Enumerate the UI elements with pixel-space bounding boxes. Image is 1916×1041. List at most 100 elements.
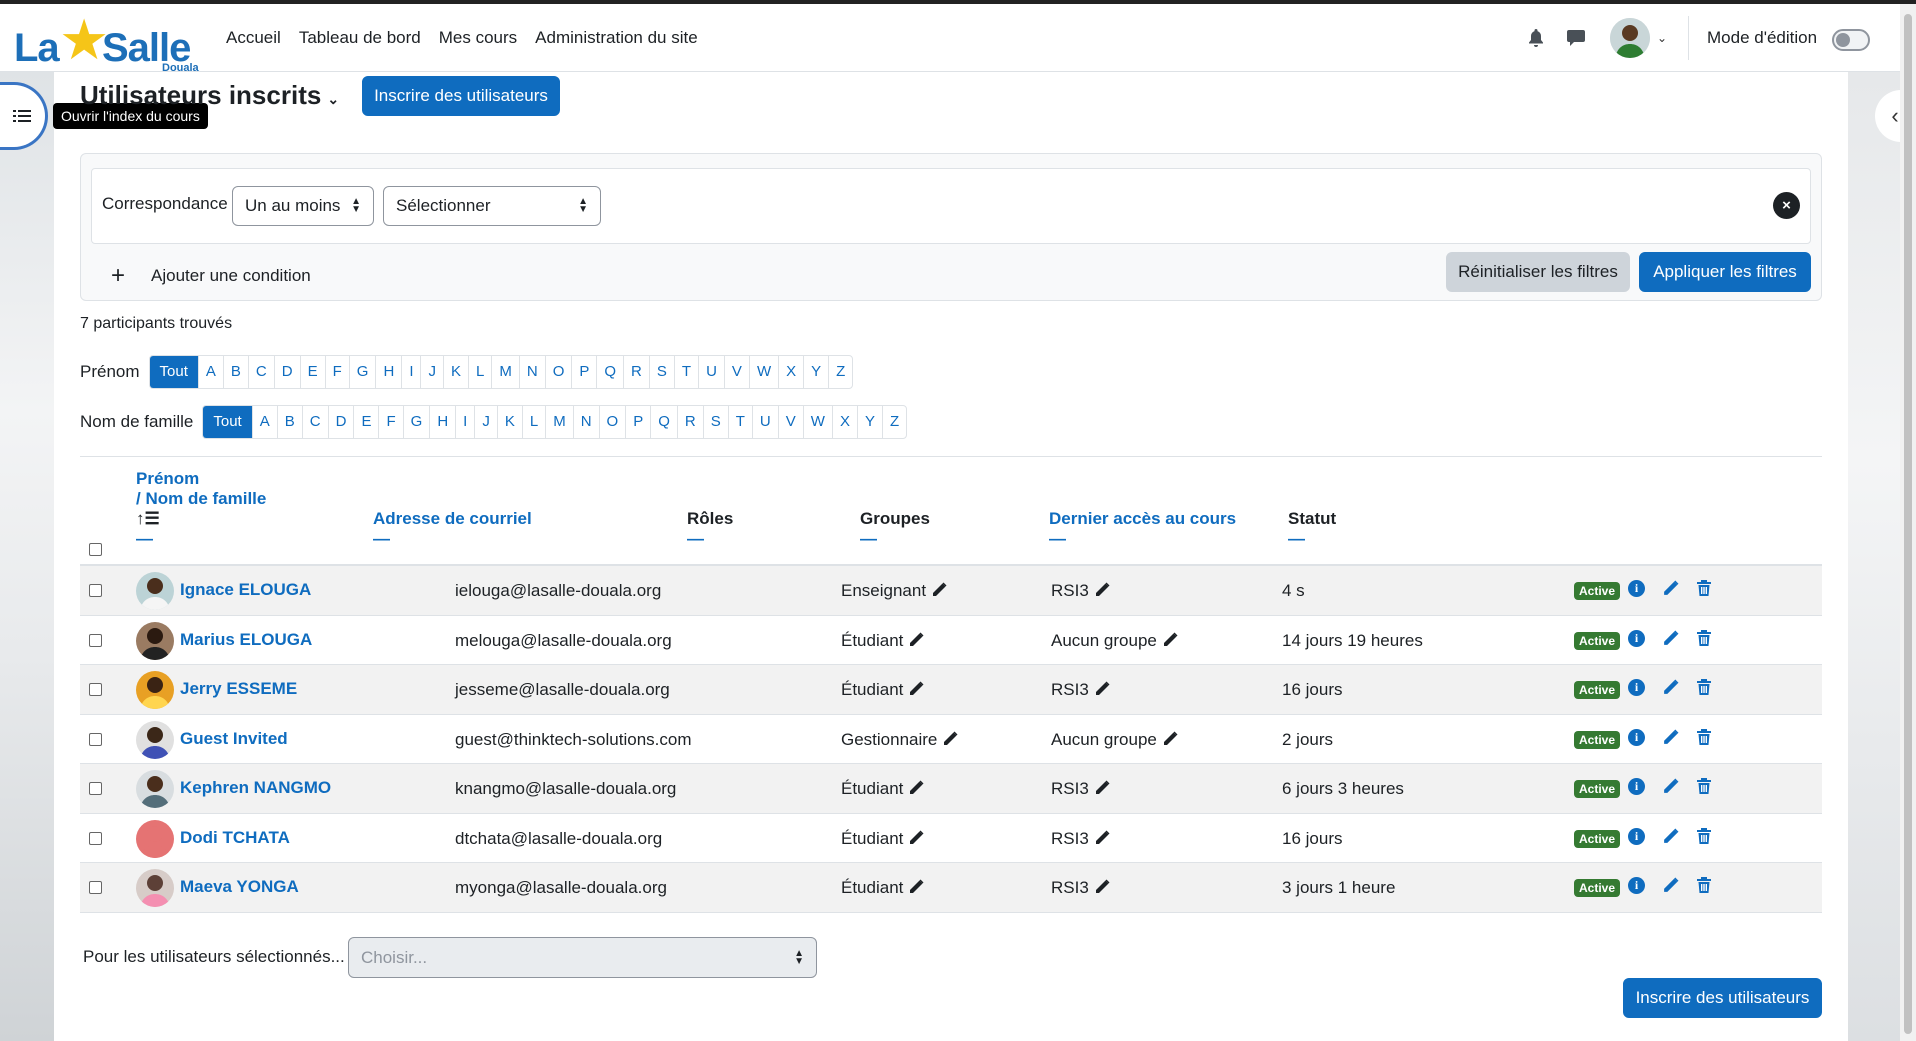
lastname-letter-z[interactable]: Z	[883, 406, 906, 438]
row-select-checkbox[interactable]	[89, 881, 102, 894]
add-condition-button[interactable]: + Ajouter une condition	[111, 262, 311, 290]
info-icon[interactable]: i	[1628, 827, 1645, 845]
reset-filters-button[interactable]: Réinitialiser les filtres	[1446, 252, 1630, 292]
firstname-letter-u[interactable]: U	[699, 356, 725, 388]
edit-pencil-icon[interactable]	[1094, 830, 1110, 846]
lastname-letter-y[interactable]: Y	[858, 406, 883, 438]
avatar[interactable]	[136, 770, 174, 808]
lastname-letter-c[interactable]: C	[303, 406, 329, 438]
trash-icon[interactable]	[1697, 877, 1711, 893]
firstname-letter-m[interactable]: M	[492, 356, 520, 388]
lastname-letter-b[interactable]: B	[278, 406, 303, 438]
lastname-letter-j[interactable]: J	[475, 406, 498, 438]
status-column-collapse[interactable]: —	[1288, 529, 1336, 549]
lastname-letter-w[interactable]: W	[804, 406, 833, 438]
edit-pencil-icon[interactable]	[931, 582, 947, 598]
lastname-letter-g[interactable]: G	[404, 406, 431, 438]
edit-enrolment-icon[interactable]	[1662, 877, 1679, 894]
name-column-collapse[interactable]: —	[136, 529, 266, 549]
firstname-letter-a[interactable]: A	[199, 356, 224, 388]
firstname-letter-j[interactable]: J	[421, 356, 444, 388]
page-scrollbar[interactable]	[1900, 4, 1916, 1041]
lastname-letter-s[interactable]: S	[704, 406, 729, 438]
participant-name-link[interactable]: Guest Invited	[180, 729, 288, 749]
firstname-letter-q[interactable]: Q	[597, 356, 625, 388]
firstname-letter-x[interactable]: X	[779, 356, 805, 388]
lastaccess-column-collapse[interactable]: —	[1049, 529, 1236, 549]
lastname-letter-i[interactable]: I	[456, 406, 476, 438]
user-menu-chevron-icon[interactable]: ⌄	[1657, 31, 1667, 45]
firstname-letter-s[interactable]: S	[650, 356, 675, 388]
firstname-letter-w[interactable]: W	[750, 356, 780, 388]
participant-name-link[interactable]: Dodi TCHATA	[180, 828, 290, 848]
edit-mode-toggle[interactable]	[1832, 29, 1870, 51]
edit-pencil-icon[interactable]	[908, 879, 924, 895]
firstname-letter-f[interactable]: F	[326, 356, 350, 388]
remove-condition-close-icon[interactable]: ×	[1773, 192, 1800, 219]
roles-column-collapse[interactable]: —	[687, 529, 733, 549]
firstname-letter-i[interactable]: I	[402, 356, 422, 388]
lastname-letter-n[interactable]: N	[574, 406, 600, 438]
avatar[interactable]	[136, 720, 174, 759]
edit-pencil-icon[interactable]	[908, 681, 924, 697]
edit-enrolment-icon[interactable]	[1662, 828, 1679, 845]
firstname-all-button[interactable]: Tout	[149, 356, 199, 388]
lasalle-logo[interactable]: La ★ Salle Douala	[14, 12, 199, 75]
bell-icon[interactable]	[1528, 29, 1544, 47]
trash-icon[interactable]	[1697, 827, 1711, 844]
row-select-checkbox[interactable]	[89, 584, 102, 597]
firstname-letter-y[interactable]: Y	[804, 356, 830, 388]
edit-enrolment-icon[interactable]	[1662, 580, 1679, 597]
firstname-letter-n[interactable]: N	[520, 356, 546, 388]
enrol-users-button-bottom[interactable]: Inscrire des utilisateurs	[1623, 978, 1822, 1018]
lastname-letter-f[interactable]: F	[379, 406, 404, 438]
filter-type-select[interactable]: Sélectionner ▲ ▼	[383, 186, 601, 226]
lastname-letter-o[interactable]: O	[600, 406, 627, 438]
email-column-header[interactable]: Adresse de courriel —	[373, 509, 532, 549]
row-select-checkbox[interactable]	[89, 683, 102, 696]
edit-pencil-icon[interactable]	[1094, 879, 1110, 895]
info-icon[interactable]: i	[1628, 778, 1645, 795]
trash-icon[interactable]	[1697, 778, 1711, 794]
edit-pencil-icon[interactable]	[908, 632, 924, 648]
lastname-letter-l[interactable]: L	[523, 406, 547, 438]
participant-name-link[interactable]: Maeva YONGA	[180, 877, 299, 897]
lastname-letter-v[interactable]: V	[779, 406, 804, 438]
edit-pencil-icon[interactable]	[908, 780, 924, 796]
info-icon[interactable]: i	[1628, 580, 1645, 597]
edit-pencil-icon[interactable]	[1162, 731, 1178, 747]
trash-icon[interactable]	[1697, 629, 1711, 646]
trash-icon[interactable]	[1697, 580, 1711, 596]
lastname-letter-p[interactable]: P	[626, 406, 652, 438]
row-select-checkbox[interactable]	[89, 831, 102, 845]
row-select-checkbox[interactable]	[89, 633, 102, 647]
edit-pencil-icon[interactable]	[1094, 582, 1110, 598]
lastname-all-button[interactable]: Tout	[203, 406, 253, 438]
info-icon[interactable]: i	[1628, 728, 1645, 746]
lastname-letter-u[interactable]: U	[753, 406, 779, 438]
select-all-checkbox[interactable]	[89, 543, 102, 556]
email-column-collapse[interactable]: —	[373, 529, 532, 549]
scrollbar-thumb[interactable]	[1904, 14, 1912, 1034]
lastname-letter-t[interactable]: T	[729, 406, 753, 438]
participant-name-link[interactable]: Kephren NANGMO	[180, 778, 331, 798]
edit-pencil-icon[interactable]	[1162, 632, 1178, 648]
participant-name-link[interactable]: Marius ELOUGA	[180, 630, 312, 650]
firstname-letter-l[interactable]: L	[469, 356, 493, 388]
info-icon[interactable]: i	[1628, 877, 1645, 894]
lastname-letter-a[interactable]: A	[253, 406, 278, 438]
edit-pencil-icon[interactable]	[1094, 681, 1110, 697]
lastname-letter-m[interactable]: M	[546, 406, 574, 438]
firstname-letter-h[interactable]: H	[376, 356, 403, 388]
apply-filters-button[interactable]: Appliquer les filtres	[1639, 252, 1811, 292]
firstname-sort-link[interactable]: Prénom	[136, 469, 199, 488]
lastname-letter-e[interactable]: E	[354, 406, 380, 438]
match-select[interactable]: Un au moins ▲ ▼	[232, 186, 374, 226]
firstname-letter-b[interactable]: B	[224, 356, 249, 388]
row-select-checkbox[interactable]	[89, 782, 102, 795]
edit-pencil-icon[interactable]	[908, 830, 924, 846]
firstname-letter-z[interactable]: Z	[829, 356, 852, 388]
nav-administration[interactable]: Administration du site	[535, 28, 698, 48]
lastname-sort-link[interactable]: / Nom de famille	[136, 489, 266, 508]
edit-pencil-icon[interactable]	[942, 731, 958, 747]
